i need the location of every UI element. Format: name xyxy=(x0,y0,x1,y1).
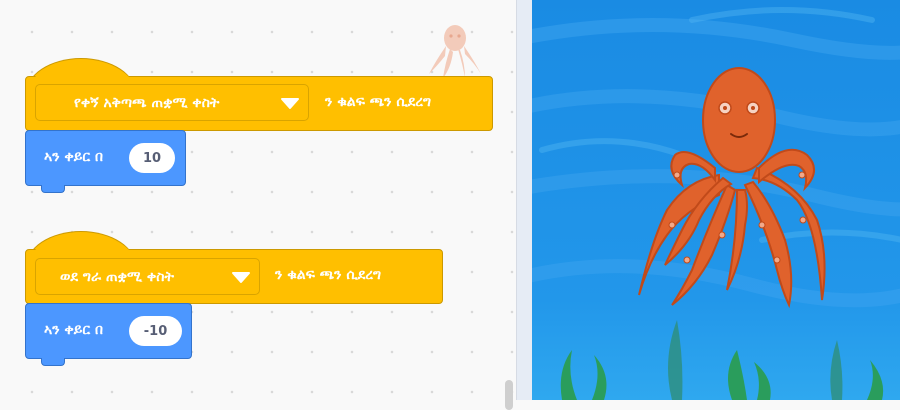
change-x-label: ኣን ቀይር በ xyxy=(44,322,104,338)
code-workspace[interactable]: የቀኝ አቅጣጫ ጠቋሚ ቀስት ን ቁልፍ ጫን ሲደረግ ኣን ቀይር በ … xyxy=(0,0,516,410)
workspace-scrollbar[interactable] xyxy=(505,380,513,410)
dropdown-arrow-icon xyxy=(281,98,299,109)
dropdown-arrow-icon xyxy=(232,272,250,283)
key-dropdown-label: ወደ ግራ ጠቋሚ ቀስት xyxy=(60,268,174,285)
key-dropdown[interactable]: ወደ ግራ ጠቋሚ ቀስት xyxy=(35,258,260,295)
panel-divider xyxy=(516,0,532,400)
change-x-value: 10 xyxy=(142,150,162,166)
change-x-value-input[interactable]: 10 xyxy=(129,143,175,173)
key-dropdown[interactable]: የቀኝ አቅጣጫ ጠቋሚ ቀስት xyxy=(35,84,309,121)
stage[interactable] xyxy=(532,0,900,400)
hat-suffix-label: ን ቁልፍ ጫን ሲደረግ xyxy=(275,267,382,283)
hat-suffix-label: ን ቁልፍ ጫን ሲደረግ xyxy=(325,94,432,110)
octopus-sprite-icon[interactable] xyxy=(627,60,837,310)
change-x-value-input[interactable]: -10 xyxy=(129,316,182,346)
change-x-value: -10 xyxy=(143,323,168,339)
change-x-label: ኣን ቀይር በ xyxy=(44,149,104,165)
sprite-watermark-icon xyxy=(429,25,481,78)
key-dropdown-label: የቀኝ አቅጣጫ ጠቋሚ ቀስት xyxy=(74,94,220,111)
